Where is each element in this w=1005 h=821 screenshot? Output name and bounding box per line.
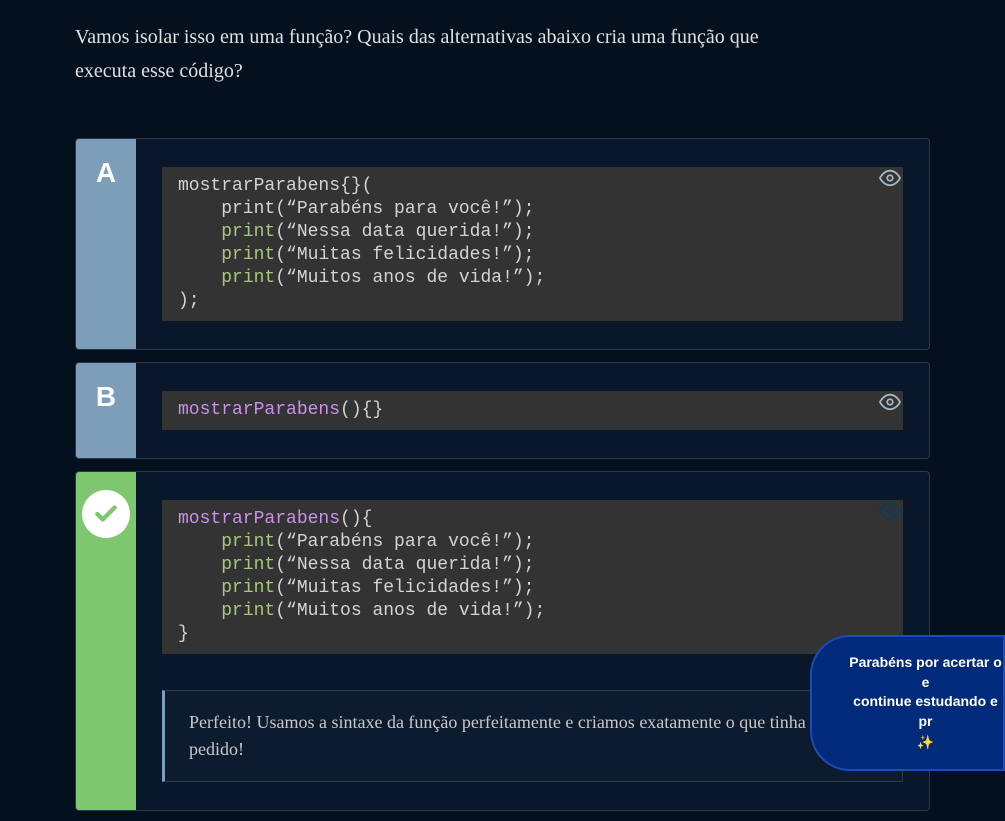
toast-line1: Parabéns por acertar o e (849, 654, 1002, 690)
code-text: (“Muitas felicidades!”); (275, 245, 534, 265)
code-line: mostrarParabens{}( (178, 176, 372, 196)
code-text: (“Nessa data querida!”); (275, 222, 534, 242)
indent (178, 268, 221, 288)
print-keyword: print (221, 532, 275, 552)
print-keyword: print (221, 245, 275, 265)
success-toast: Parabéns por acertar o e continue estuda… (810, 635, 1005, 771)
code-text: (“Muitas felicidades!”); (275, 578, 534, 598)
option-a-label: A (76, 139, 136, 349)
option-c-body: mostrarParabens(){ print(“Parabéns para … (136, 472, 929, 810)
indent (178, 555, 221, 575)
code-text: (){ (340, 509, 372, 529)
check-icon (82, 490, 130, 538)
indent (178, 532, 221, 552)
eye-icon[interactable] (879, 500, 901, 527)
print-keyword: print (221, 578, 275, 598)
option-b[interactable]: B mostrarParabens(){} (75, 362, 930, 459)
option-a[interactable]: A mostrarParabens{}( print(“Parabéns par… (75, 138, 930, 350)
print-keyword: print (221, 268, 275, 288)
code-c: mostrarParabens(){ print(“Parabéns para … (162, 500, 903, 654)
print-keyword: print (221, 601, 275, 621)
sparkle-icon: ✨ (848, 733, 1003, 753)
question-text: Vamos isolar isso em uma função? Quais d… (75, 20, 775, 88)
code-b: mostrarParabens(){} (162, 391, 903, 430)
option-b-body: mostrarParabens(){} (136, 363, 929, 458)
code-line: print(“Parabéns para você!”); (178, 199, 534, 219)
option-c[interactable]: mostrarParabens(){ print(“Parabéns para … (75, 471, 930, 811)
indent (178, 578, 221, 598)
code-text: (“Nessa data querida!”); (275, 555, 534, 575)
feedback-text: Perfeito! Usamos a sintaxe da função per… (162, 690, 903, 782)
option-b-label: B (76, 363, 136, 458)
print-keyword: print (221, 555, 275, 575)
fn-name: mostrarParabens (178, 509, 340, 529)
indent (178, 222, 221, 242)
eye-icon[interactable] (879, 167, 901, 194)
code-text: (){} (340, 400, 383, 420)
code-text: (“Parabéns para você!”); (275, 532, 534, 552)
option-a-body: mostrarParabens{}( print(“Parabéns para … (136, 139, 929, 349)
code-line: ); (178, 291, 200, 311)
code-text: (“Muitos anos de vida!”); (275, 268, 545, 288)
fn-name: mostrarParabens (178, 400, 340, 420)
code-text: (“Muitos anos de vida!”); (275, 601, 545, 621)
option-c-label (76, 472, 136, 810)
code-line: } (178, 624, 189, 644)
toast-line2: continue estudando e pr (853, 693, 998, 729)
code-a: mostrarParabens{}( print(“Parabéns para … (162, 167, 903, 321)
print-keyword: print (221, 222, 275, 242)
eye-icon[interactable] (879, 391, 901, 418)
indent (178, 601, 221, 621)
indent (178, 245, 221, 265)
